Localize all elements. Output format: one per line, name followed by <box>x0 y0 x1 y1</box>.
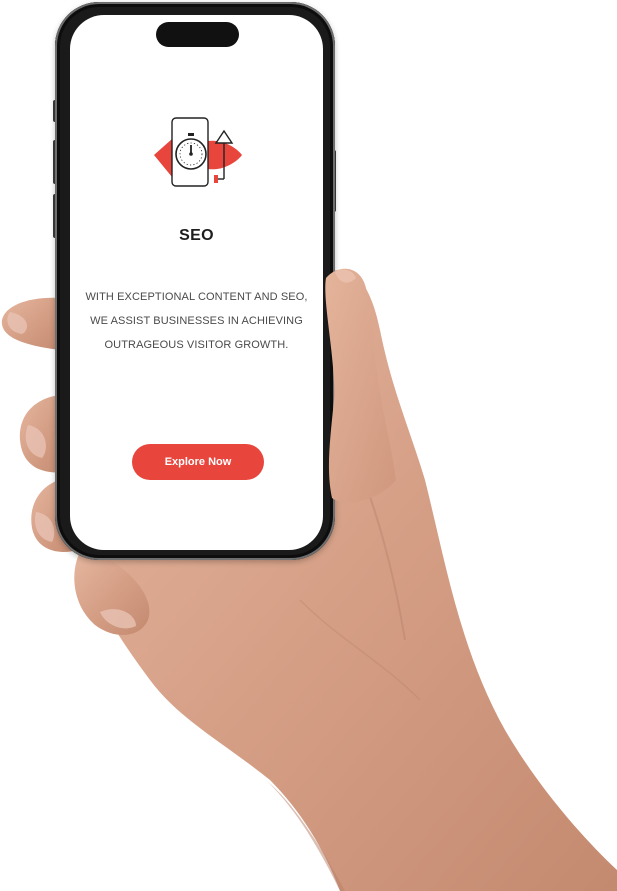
description-line: WE ASSIST BUSINESSES IN ACHIEVING <box>90 315 303 327</box>
description-text: WITH EXCEPTIONAL CONTENT AND SEO, WE ASS… <box>76 285 317 357</box>
explore-now-button[interactable]: Explore Now <box>132 444 264 480</box>
dynamic-island <box>156 22 239 47</box>
description-line: OUTRAGEOUS VISITOR GROWTH. <box>104 339 289 351</box>
seo-stopwatch-growth-icon <box>154 117 242 187</box>
phone-screen: SEO WITH EXCEPTIONAL CONTENT AND SEO, WE… <box>70 15 323 550</box>
description-line: WITH EXCEPTIONAL CONTENT AND SEO, <box>85 291 308 303</box>
page-title: SEO <box>179 227 214 244</box>
